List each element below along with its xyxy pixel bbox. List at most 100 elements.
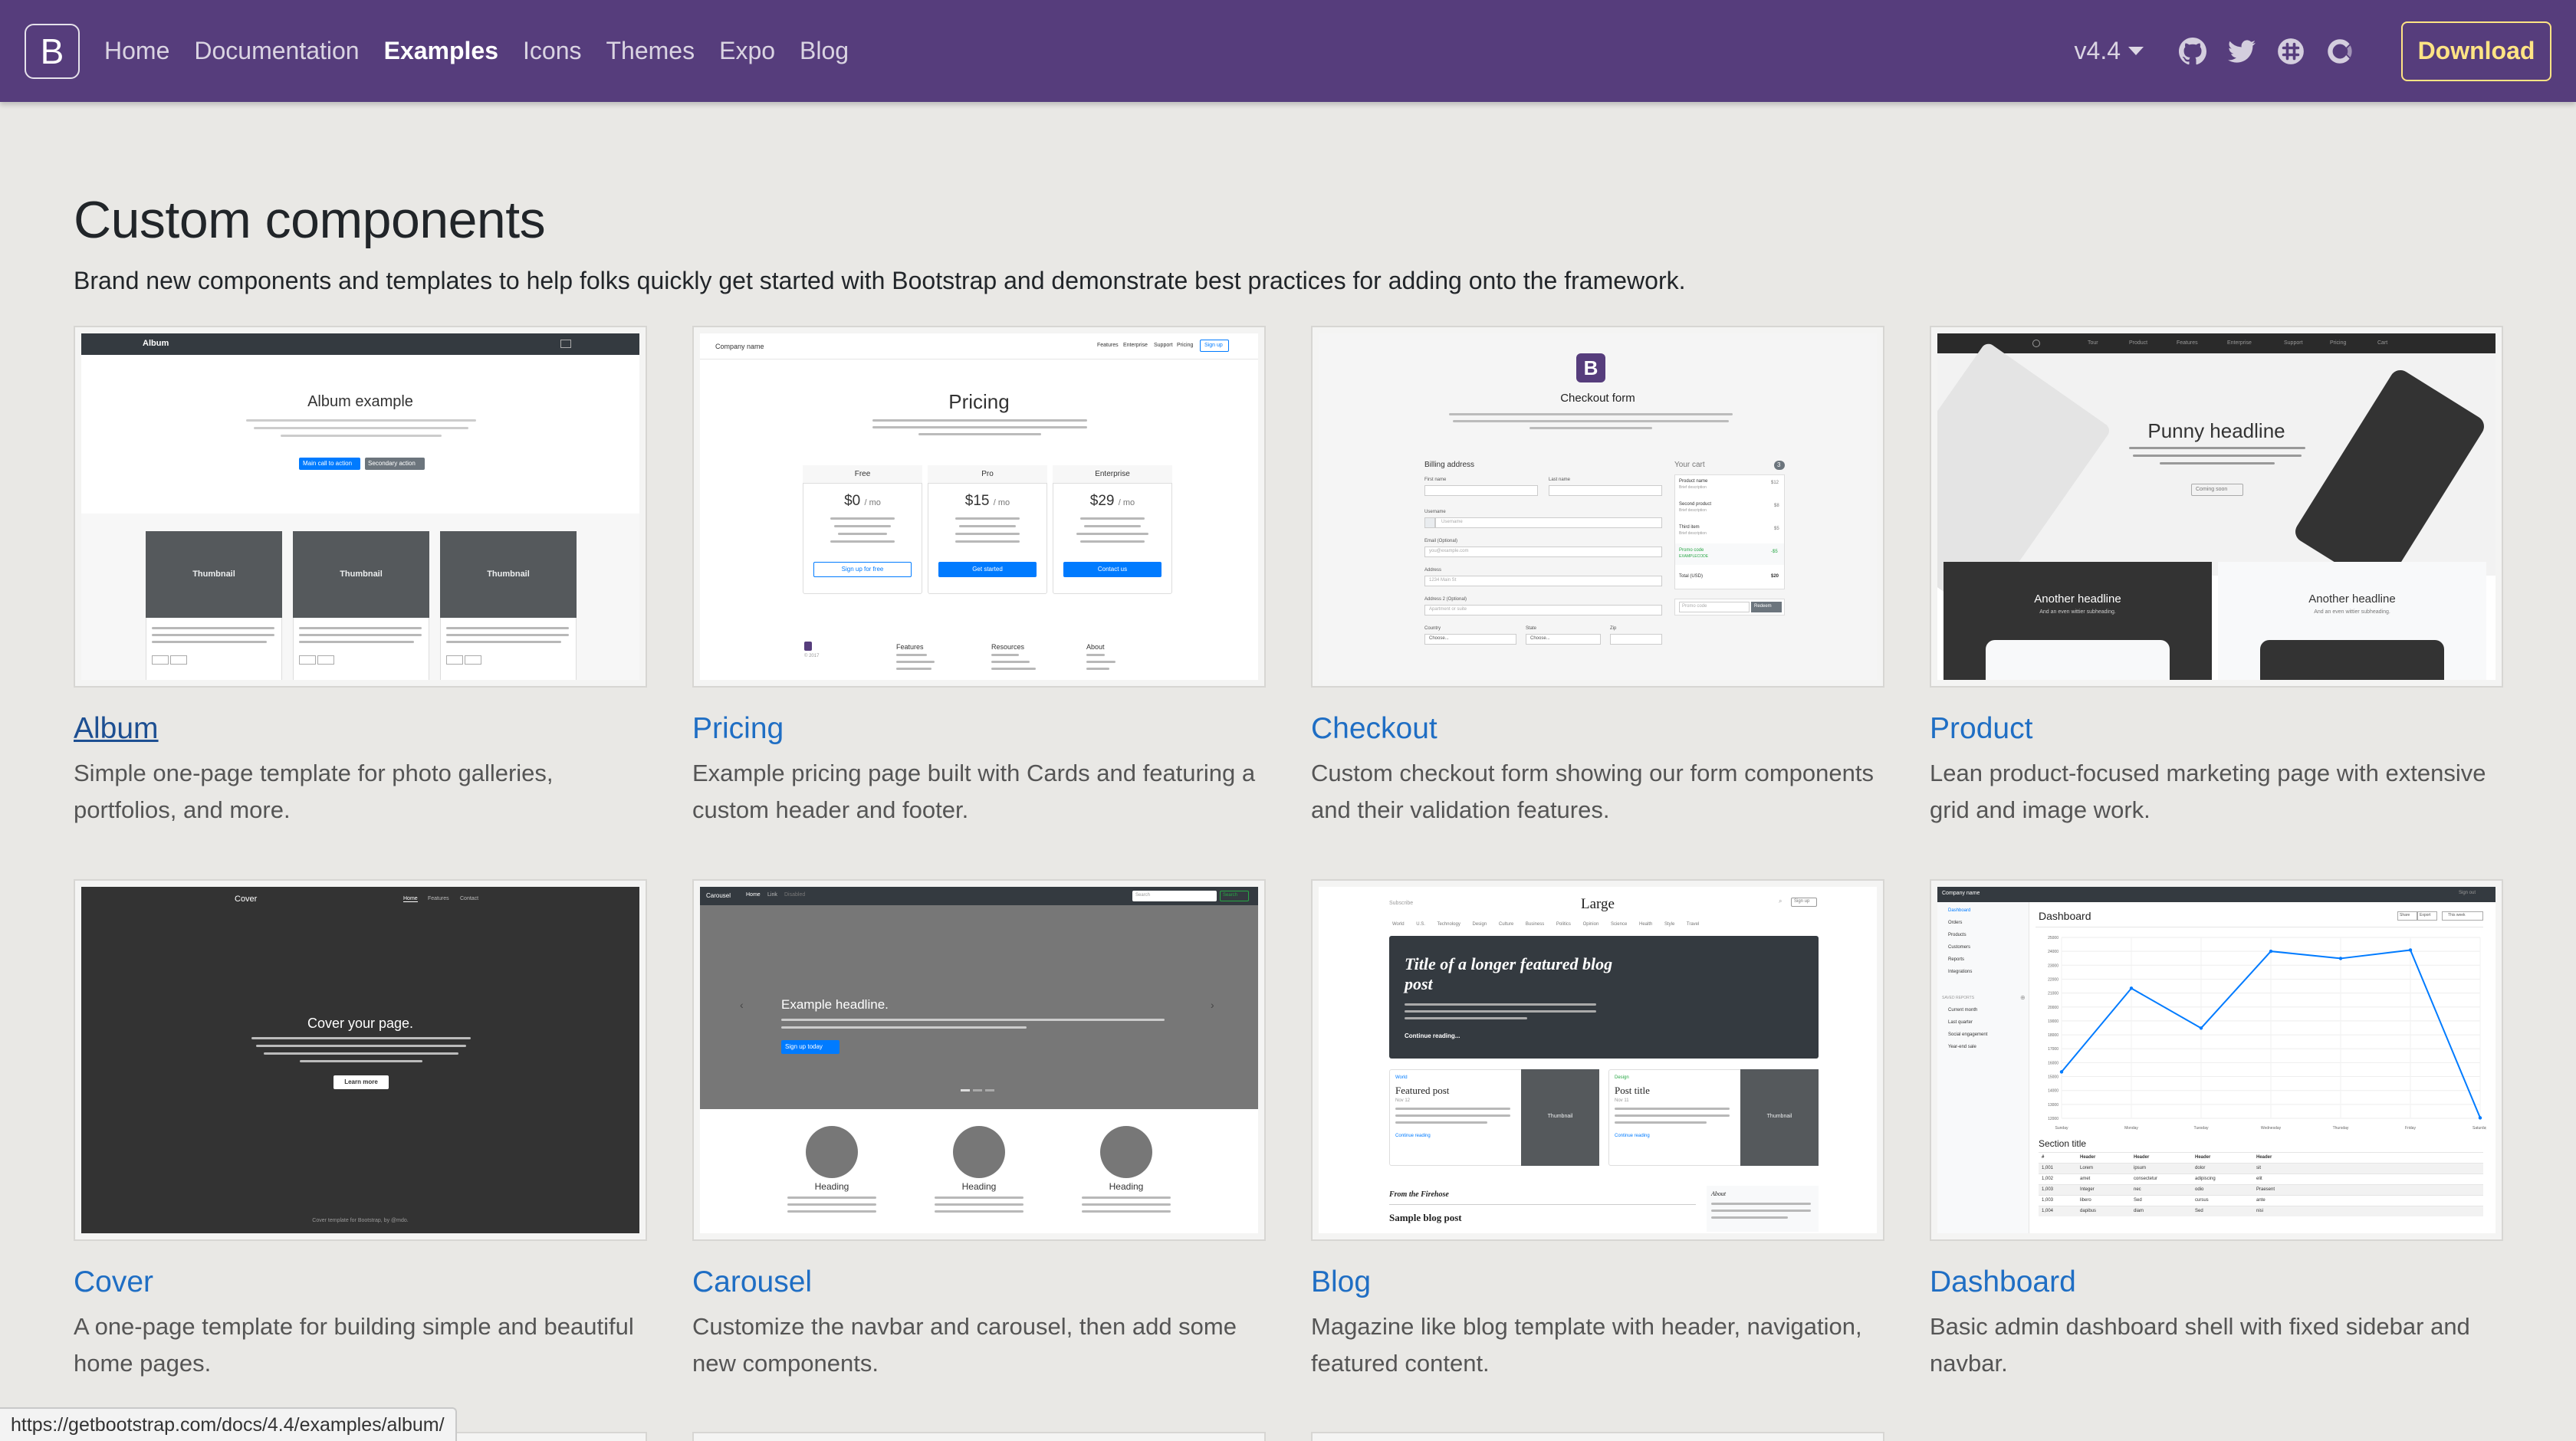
table-row: 1,002 amet consectetur adipiscing elit [2039, 1173, 2483, 1184]
table-cell: diam [2134, 1209, 2144, 1213]
chart-xtick-label: Tuesday [2194, 1126, 2209, 1131]
checkout-preview[interactable]: B Checkout form Billing address Your car… [1311, 326, 1884, 688]
table-cell: elit [2256, 1177, 2262, 1181]
dash-side-dashboard: Dashboard [1948, 908, 1971, 913]
nav-icons[interactable]: Icons [523, 37, 581, 65]
carousel-btn: Sign up today [785, 1043, 823, 1050]
carousel-title-link[interactable]: Carousel [692, 1265, 1266, 1299]
pricing-nav-enterprise: Enterprise [1123, 343, 1148, 348]
slack-icon[interactable] [2277, 38, 2305, 65]
dashboard-description: Basic admin dashboard shell with fixed s… [1930, 1313, 2470, 1377]
cover-description: A one-page template for building simple … [74, 1313, 634, 1377]
blog-nav-opinion: Opinion [1582, 922, 1599, 927]
nav-documentation[interactable]: Documentation [194, 37, 359, 65]
table-row: 1,004 dapibus diam Sed nisi [2039, 1206, 2483, 1216]
table-cell: 1,002 [2042, 1177, 2054, 1181]
cart-promo-name: Promo code [1679, 548, 1704, 553]
nav-examples[interactable]: Examples [384, 37, 498, 65]
blog-title-link[interactable]: Blog [1311, 1265, 1884, 1299]
opencollective-icon[interactable] [2326, 38, 2354, 65]
carousel-headline: Example headline. [781, 997, 889, 1012]
checkout-title-link[interactable]: Checkout [1311, 712, 1884, 746]
chart-point [2269, 949, 2273, 954]
product-nav-features: Features [2177, 340, 2198, 346]
dashboard-title-link[interactable]: Dashboard [1930, 1265, 2503, 1299]
album-preview[interactable]: Album Album example Main call to action … [74, 326, 647, 688]
cover-preview[interactable]: Cover Home Features Contact Cover your p… [74, 879, 647, 1241]
next-row-card-3 [1311, 1432, 1884, 1441]
nav-blog[interactable]: Blog [800, 37, 849, 65]
chart-ytick-label: 16000 [2048, 1061, 2058, 1065]
github-icon[interactable] [2179, 37, 2206, 65]
table-cell: ante [2256, 1198, 2266, 1203]
nav-themes[interactable]: Themes [606, 37, 695, 65]
product-sub-lead-2: And an even wittier subheading. [2314, 609, 2390, 615]
cover-title-link[interactable]: Cover [74, 1265, 647, 1299]
carousel-description: Customize the navbar and carousel, then … [692, 1313, 1237, 1377]
chart-point [2199, 1026, 2203, 1030]
checkout-ph-country: Choose... [1429, 636, 1449, 641]
carousel-preview[interactable]: Carousel Home Link Disabled Search Searc… [692, 879, 1266, 1241]
checkout-cart-count: 3 [1777, 461, 1781, 468]
dash-side-orders: Orders [1948, 921, 1963, 925]
product-btn: Coming soon [2196, 487, 2228, 492]
album-primary-btn: Main call to action [303, 460, 353, 467]
pricing-title-link[interactable]: Pricing [692, 712, 1266, 746]
table-cell: Header [2080, 1155, 2096, 1160]
blog-post1-link: Continue reading [1395, 1134, 1431, 1138]
search-icon: ⌕ [1779, 898, 1783, 904]
blog-nav-business: Business [1525, 922, 1545, 927]
dashboard-preview[interactable]: Company name Sign out Dashboard Orders P… [1930, 879, 2503, 1241]
pricing-nav-support: Support [1154, 343, 1173, 348]
version-dropdown[interactable]: v4.4 [2075, 37, 2144, 65]
table-cell: amet [2080, 1177, 2091, 1181]
product-title-link[interactable]: Product [1930, 712, 2503, 746]
nav-home[interactable]: Home [104, 37, 169, 65]
product-preview[interactable]: Tour Product Features Enterprise Support… [1930, 326, 2503, 688]
chart-ytick-label: 12000 [2048, 1117, 2058, 1121]
checkout-billing: Billing address [1424, 461, 1475, 469]
pricing-signup: Sign up [1204, 343, 1223, 348]
table-cell: 1,003 [2042, 1187, 2054, 1192]
blog-nav-world: World [1392, 922, 1405, 927]
dash-saved-4: Year-end sale [1948, 1045, 1976, 1049]
pricing-nav-features: Features [1097, 343, 1119, 348]
table-cell: Integer [2080, 1187, 2095, 1192]
chart-xtick-label: Thursday [2333, 1126, 2349, 1131]
checkout-label-country: Country [1424, 626, 1441, 631]
plan-enterprise-per: / mo [1118, 498, 1135, 507]
carousel-nav-home: Home [746, 892, 761, 898]
product-sub-heading-2: Another headline [2308, 592, 2396, 606]
album-title-link[interactable]: Album [74, 712, 647, 746]
cart-promo-code: EXAMPLECODE [1679, 554, 1709, 559]
nav-expo[interactable]: Expo [719, 37, 775, 65]
checkout-label-zip: Zip [1610, 626, 1617, 631]
blog-preview[interactable]: Subscribe Large ⌕ Sign up World U.S. Tec… [1311, 879, 1884, 1241]
blog-post1-tag: World [1395, 1075, 1408, 1080]
example-card-pricing: Company name Features Enterprise Support… [692, 326, 1266, 829]
dash-this-week: This week [2448, 913, 2466, 917]
dash-side-integrations: Integrations [1948, 970, 1973, 974]
pricing-preview[interactable]: Company name Features Enterprise Support… [692, 326, 1266, 688]
blog-firehose: From the Firehose [1389, 1190, 1449, 1199]
example-card-blog: Subscribe Large ⌕ Sign up World U.S. Tec… [1311, 879, 1884, 1382]
brand-letter: B [40, 31, 64, 71]
blog-nav-science: Science [1610, 922, 1628, 927]
main-nav: Home Documentation Examples Icons Themes… [104, 0, 849, 102]
table-cell: dolor [2195, 1166, 2206, 1170]
blog-sample-post: Sample blog post [1389, 1212, 1462, 1223]
blog-nav-health: Health [1638, 922, 1653, 927]
twitter-icon[interactable] [2228, 38, 2256, 65]
dash-share: Share [2400, 913, 2410, 917]
chart-ytick-label: 18000 [2048, 1033, 2058, 1038]
download-button[interactable]: Download [2401, 21, 2551, 81]
blog-post1-date: Nov 12 [1395, 1098, 1411, 1103]
checkout-ph-email: you@example.com [1429, 549, 1469, 553]
bootstrap-logo[interactable]: B [25, 24, 80, 79]
example-card-album: Album Album example Main call to action … [74, 326, 647, 829]
checkout-label-state: State [1526, 626, 1537, 631]
carousel-next-icon: › [1211, 999, 1214, 1011]
product-description: Lean product-focused marketing page with… [1930, 760, 2486, 823]
table-cell: odio [2195, 1187, 2204, 1192]
pricing-heading: Pricing [948, 390, 1010, 413]
